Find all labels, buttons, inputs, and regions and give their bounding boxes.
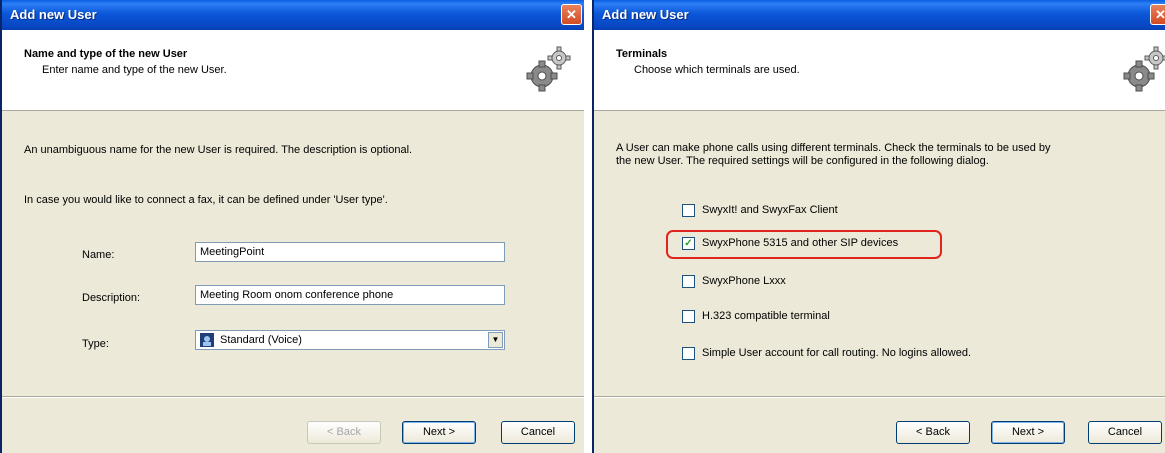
terminal-label: SwyxIt! and SwyxFax Client — [702, 204, 838, 216]
terminal-label: SwyxPhone Lxxx — [702, 275, 786, 287]
terminal-label: H.323 compatible terminal — [702, 310, 830, 322]
cancel-button[interactable]: Cancel — [501, 421, 575, 444]
footer-divider — [2, 396, 584, 398]
description-label: Description: — [82, 292, 141, 304]
type-select[interactable]: Standard (Voice) ▼ — [195, 330, 505, 350]
intro-text-line2: the new User. The required settings will… — [616, 155, 989, 167]
terminal-label: Simple User account for call routing. No… — [702, 347, 972, 359]
description-input[interactable]: Meeting Room onom conference phone — [195, 285, 505, 305]
close-button[interactable]: ✕ — [561, 4, 582, 25]
close-icon[interactable]: ✕ — [1155, 7, 1165, 22]
checkbox[interactable] — [682, 310, 695, 323]
header-title: Name and type of the new User — [24, 48, 188, 60]
next-button[interactable]: Next > — [402, 421, 476, 444]
title-bar[interactable]: Add new User ✕ — [594, 0, 1165, 30]
gear-icon — [526, 46, 571, 92]
wizard-header: Name and type of the new User Enter name… — [2, 30, 584, 111]
window-title: Add new User — [602, 7, 689, 22]
back-button[interactable]: < Back — [896, 421, 970, 444]
name-input[interactable]: MeetingPoint — [195, 242, 505, 262]
header-subtitle: Choose which terminals are used. — [634, 64, 800, 76]
checkbox[interactable]: ✓ — [682, 237, 695, 250]
window-title: Add new User — [10, 7, 97, 22]
close-button[interactable]: ✕ — [1150, 4, 1165, 25]
add-user-dialog-name-type: Add new User ✕ Name and type of the new … — [0, 0, 584, 453]
header-title: Terminals — [616, 48, 668, 60]
checkmark-icon: ✓ — [684, 238, 693, 249]
intro-text-line1: A User can make phone calls using differ… — [616, 142, 1051, 154]
fax-note-text: In case you would like to connect a fax,… — [24, 194, 388, 206]
back-button[interactable]: < Back — [307, 421, 381, 444]
chevron-down-icon[interactable]: ▼ — [488, 332, 503, 348]
name-label: Name: — [82, 249, 115, 261]
checkbox[interactable] — [682, 204, 695, 217]
checkbox[interactable] — [682, 347, 695, 360]
checkbox[interactable] — [682, 275, 695, 288]
type-label: Type: — [82, 338, 109, 350]
footer-divider — [594, 396, 1165, 398]
cancel-button[interactable]: Cancel — [1088, 421, 1162, 444]
type-select-value: Standard (Voice) — [220, 334, 302, 346]
wizard-header: Terminals Choose which terminals are use… — [594, 30, 1165, 111]
title-bar[interactable]: Add new User ✕ — [2, 0, 584, 30]
gear-icon — [1123, 46, 1165, 92]
terminal-label: SwyxPhone 5315 and other SIP devices — [702, 237, 899, 249]
voice-type-icon — [200, 333, 214, 347]
next-button[interactable]: Next > — [991, 421, 1065, 444]
header-subtitle: Enter name and type of the new User. — [42, 64, 227, 76]
close-icon[interactable]: ✕ — [566, 7, 577, 22]
intro-text: An unambiguous name for the new User is … — [24, 144, 413, 156]
add-user-dialog-terminals: Add new User ✕ Terminals Choose which te… — [592, 0, 1165, 453]
